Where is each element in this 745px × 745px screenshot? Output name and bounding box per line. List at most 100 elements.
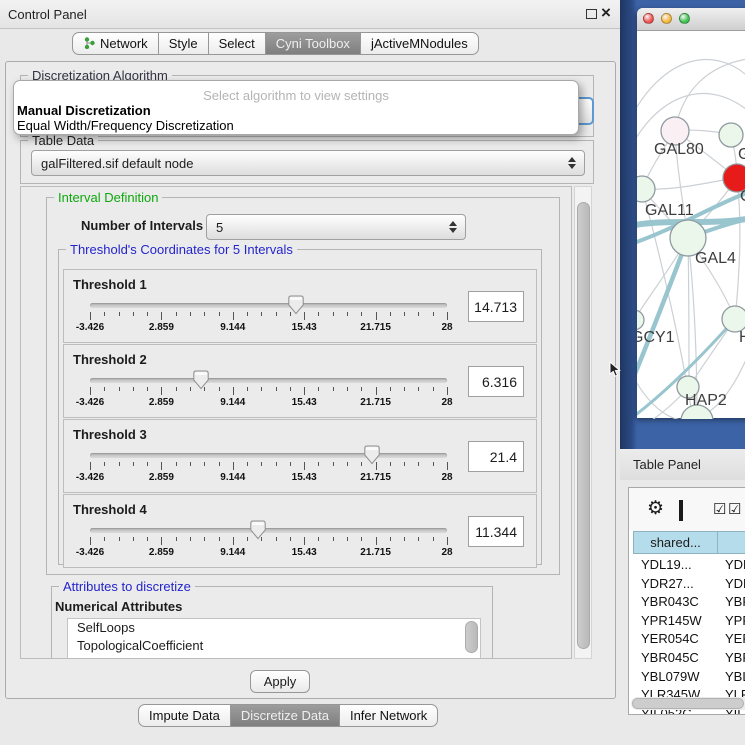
close-icon[interactable]: × xyxy=(601,3,611,23)
table-toolbar: ⚙ ☑ ☑ xyxy=(629,488,745,531)
table-cell-shared-name[interactable]: YBL079W xyxy=(633,667,725,686)
number-of-intervals-combo[interactable]: 5 xyxy=(206,214,466,240)
slider-thumb[interactable] xyxy=(364,445,380,465)
network-node-label: H xyxy=(739,329,745,346)
checkbox-icon[interactable]: ☑ xyxy=(728,500,741,518)
close-traffic-light[interactable] xyxy=(643,13,654,24)
table-panel-title: Table Panel xyxy=(633,457,701,472)
threshold-label: Threshold 3 xyxy=(73,427,147,442)
stepper-arrows-icon[interactable] xyxy=(564,157,580,169)
table-cell-shared-name[interactable]: YER054C xyxy=(633,629,725,648)
tab-jactivemnodules[interactable]: jActiveMNodules xyxy=(360,32,479,55)
mode-tab-impute-data[interactable]: Impute Data xyxy=(138,704,231,727)
table-cell-name[interactable]: YER0 xyxy=(717,629,745,648)
table-cell-name[interactable]: YDR2 xyxy=(717,574,745,593)
algorithm-dropdown-popup: Select algorithm to view settings Manual… xyxy=(13,80,579,135)
network-edge-highlighted[interactable] xyxy=(637,238,688,393)
column-split-icon[interactable] xyxy=(679,500,683,521)
tab-style[interactable]: Style xyxy=(158,32,209,55)
column-header-name[interactable]: na xyxy=(717,531,745,554)
network-edge[interactable] xyxy=(675,59,745,131)
panel-title: Control Panel xyxy=(8,7,87,22)
interval-definition-label: Interval Definition xyxy=(54,190,162,205)
slider-tick-labels: -3.4262.8599.14415.4321.71528 xyxy=(90,472,447,484)
attribute-item[interactable]: TopologicalCoefficient xyxy=(68,637,480,655)
network-view-window: GAL80GACGAL11GAL4GCY1HHAP2 xyxy=(637,8,745,418)
apply-button[interactable]: Apply xyxy=(250,670,310,693)
tab-label: jActiveMNodules xyxy=(371,36,468,51)
threshold-value-field[interactable]: 6.316 xyxy=(468,366,524,397)
tab-label: Style xyxy=(169,36,198,51)
tab-label: Discretize Data xyxy=(241,708,329,723)
table-hscrollbar-track[interactable] xyxy=(631,697,745,710)
slider-thumb[interactable] xyxy=(288,295,304,315)
column-header-shared-name[interactable]: shared... xyxy=(633,531,718,554)
float-window-icon[interactable] xyxy=(586,9,597,19)
table-cell-name[interactable]: YBR0 xyxy=(717,648,745,667)
apply-button-label: Apply xyxy=(264,674,297,689)
threshold-label: Threshold 1 xyxy=(73,277,147,292)
algorithm-option-manual[interactable]: Manual Discretization xyxy=(17,103,151,118)
tab-network[interactable]: Network xyxy=(72,32,159,55)
tab-cyni-toolbox[interactable]: Cyni Toolbox xyxy=(265,32,361,55)
mode-tab-discretize-data[interactable]: Discretize Data xyxy=(230,704,340,727)
slider-ticks xyxy=(90,537,447,546)
attributes-list-scrollbar[interactable] xyxy=(465,621,478,653)
tab-label: Network xyxy=(100,36,148,51)
gear-icon[interactable]: ⚙ xyxy=(647,499,664,518)
algorithm-option-equal-width[interactable]: Equal Width/Frequency Discretization xyxy=(17,118,234,133)
network-node-label: C xyxy=(740,188,745,205)
settings-scrollbar-thumb[interactable] xyxy=(577,202,590,649)
table-cell-shared-name[interactable]: YBR045C xyxy=(633,648,725,667)
tab-select[interactable]: Select xyxy=(208,32,266,55)
slider-thumb[interactable] xyxy=(250,520,266,540)
stepper-arrows-icon[interactable] xyxy=(445,221,461,233)
network-icon xyxy=(83,37,95,49)
slider-track[interactable] xyxy=(90,528,447,533)
slider-track[interactable] xyxy=(90,303,447,308)
table-cell-name[interactable]: YBR0 xyxy=(717,592,745,611)
number-of-intervals-value: 5 xyxy=(207,220,445,235)
zoom-traffic-light[interactable] xyxy=(679,13,690,24)
tab-label: Select xyxy=(219,36,255,51)
table-data-combo-value: galFiltered.sif default node xyxy=(32,156,564,171)
attributes-group-label: Attributes to discretize xyxy=(59,579,195,594)
network-node-gal11[interactable] xyxy=(637,176,655,202)
slider-tick-labels: -3.4262.8599.14415.4321.71528 xyxy=(90,547,447,559)
threshold-value-field[interactable]: 14.713 xyxy=(468,291,524,322)
table-cell-shared-name[interactable]: YBR043C xyxy=(633,592,725,611)
network-edge[interactable] xyxy=(688,238,689,387)
settings-scrollbar-track[interactable] xyxy=(574,186,592,659)
table-data-group: Table Data galFiltered.sif default node xyxy=(20,140,594,184)
table-hscrollbar-thumb[interactable] xyxy=(632,698,744,709)
table-data-combo[interactable]: galFiltered.sif default node xyxy=(31,150,585,176)
table-cell-shared-name[interactable]: YPR145W xyxy=(633,611,725,630)
network-canvas[interactable]: GAL80GACGAL11GAL4GCY1HHAP2 xyxy=(637,31,745,419)
network-node-ga[interactable] xyxy=(719,123,743,147)
attribute-item[interactable]: SelfLoops xyxy=(68,619,480,637)
table-cell-name[interactable]: YPR1 xyxy=(717,611,745,630)
table-cell-name[interactable]: YBL0 xyxy=(717,667,745,686)
threshold-value-field[interactable]: 21.4 xyxy=(468,441,524,472)
attribute-item[interactable]: BetweennessCentrality xyxy=(68,655,480,659)
threshold-row-1: Threshold 1-3.4262.8599.14415.4321.71528… xyxy=(63,269,537,343)
table-cell-shared-name[interactable]: YDL19... xyxy=(633,555,725,574)
mode-tab-infer-network[interactable]: Infer Network xyxy=(339,704,438,727)
network-node-label: HAP2 xyxy=(685,392,727,409)
table-cell-name[interactable]: YDL1 xyxy=(717,555,745,574)
tab-label: Impute Data xyxy=(149,708,220,723)
slider-track[interactable] xyxy=(90,453,447,458)
table-cell-shared-name[interactable]: YDR27... xyxy=(633,574,725,593)
algorithm-popup-placeholder: Select algorithm to view settings xyxy=(14,88,578,103)
network-window-titlebar[interactable] xyxy=(637,8,745,31)
minimize-traffic-light[interactable] xyxy=(661,13,672,24)
checkbox-icon[interactable]: ☑ xyxy=(713,500,726,518)
slider-track[interactable] xyxy=(90,378,447,383)
screenshot-root: { "window": {"title": "Control Panel"}, … xyxy=(0,0,745,745)
threshold-value-field[interactable]: 11.344 xyxy=(468,516,524,547)
slider-thumb[interactable] xyxy=(193,370,209,390)
numerical-attributes-list[interactable]: SelfLoopsTopologicalCoefficientBetweenne… xyxy=(67,618,481,659)
network-node-gcy1[interactable] xyxy=(637,310,644,330)
slider-ticks xyxy=(90,312,447,321)
tab-label: Infer Network xyxy=(350,708,427,723)
